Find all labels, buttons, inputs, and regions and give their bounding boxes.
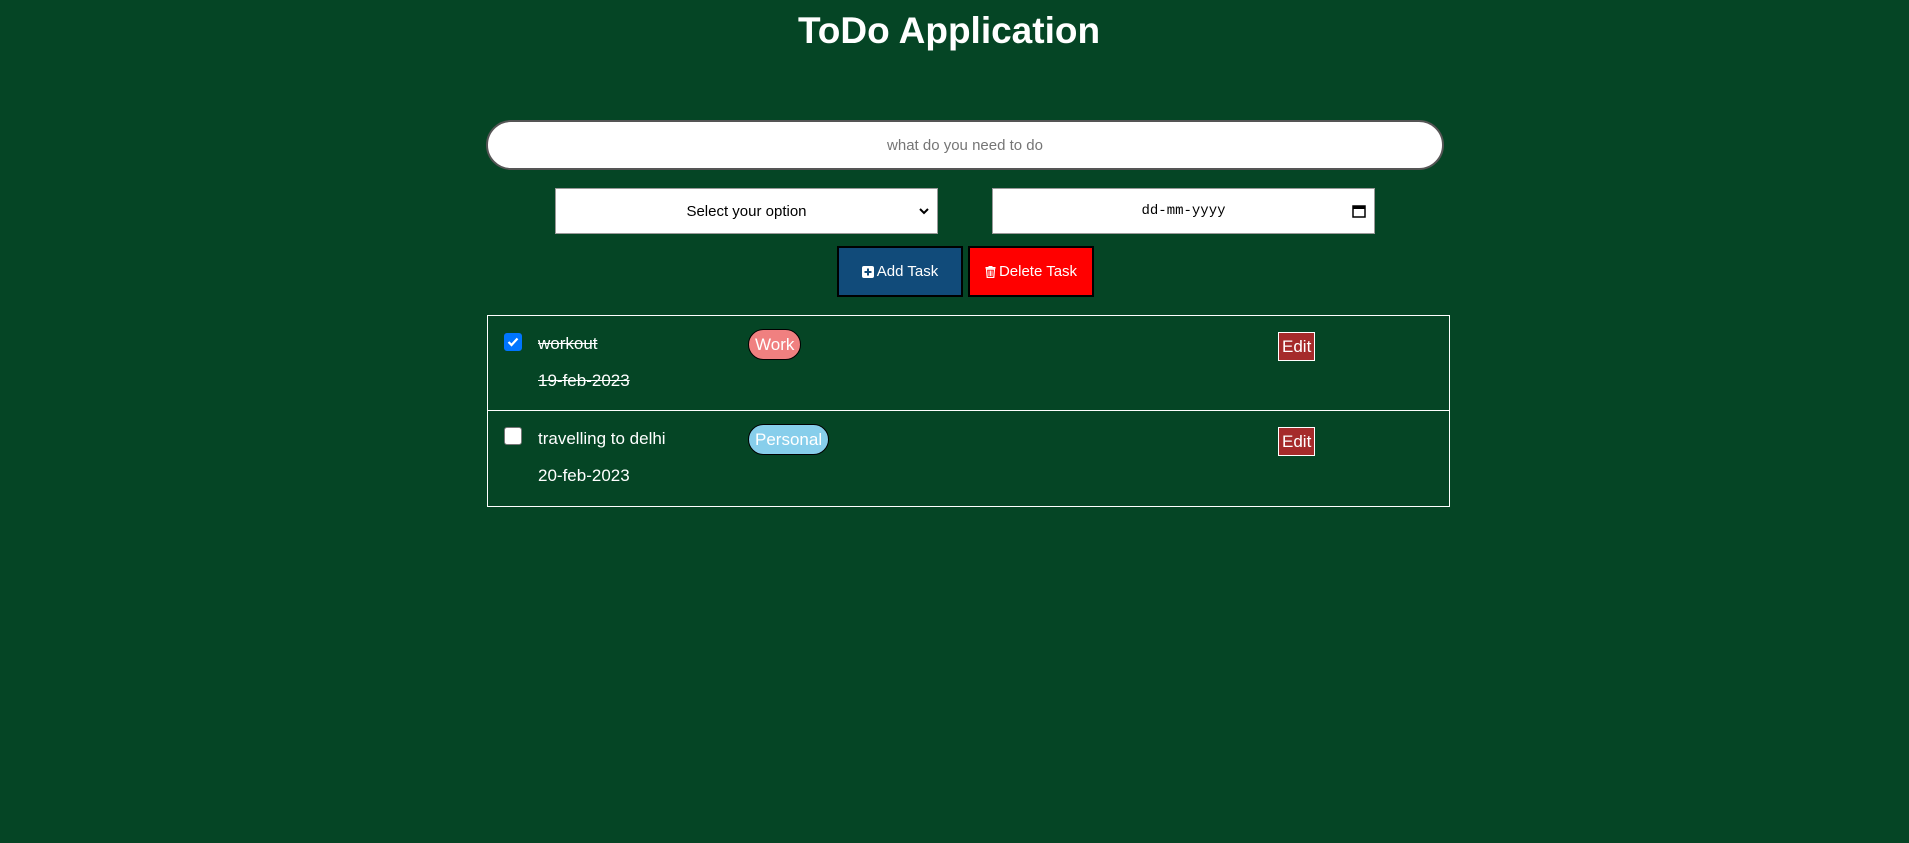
task-complete-checkbox[interactable] <box>504 333 522 351</box>
add-task-button[interactable]: Add Task <box>837 246 963 297</box>
date-input[interactable]: dd-mm-yyyy <box>992 188 1375 234</box>
task-complete-checkbox[interactable] <box>504 427 522 445</box>
category-select[interactable]: Select your option <box>555 188 938 234</box>
edit-button[interactable]: Edit <box>1278 332 1316 361</box>
edit-button[interactable]: Edit <box>1278 427 1316 456</box>
calendar-icon[interactable] <box>1352 204 1366 218</box>
checkmark-icon <box>507 337 519 347</box>
trash-icon <box>985 265 996 278</box>
task-item: workout 19-feb-2023 Work Edit <box>487 315 1450 411</box>
plus-square-icon <box>861 265 874 278</box>
category-tag: Work <box>748 329 802 360</box>
delete-task-label: Delete Task <box>998 263 1078 280</box>
task-input[interactable] <box>486 120 1444 170</box>
date-input-value: dd-mm-yyyy <box>1141 203 1226 219</box>
task-name: workout <box>538 334 598 353</box>
task-date: 20-feb-2023 <box>538 466 630 485</box>
page-title: ToDo Application <box>797 10 1101 51</box>
delete-task-button[interactable]: Delete Task <box>968 246 1094 297</box>
task-list: workout 19-feb-2023 Work Edit travelling… <box>487 315 1450 507</box>
category-tag: Personal <box>748 424 830 455</box>
task-item: travelling to delhi 20-feb-2023 Personal… <box>487 410 1450 507</box>
task-name: travelling to delhi <box>538 429 666 448</box>
add-task-label: Add Task <box>876 263 939 280</box>
chevron-down-icon <box>919 208 929 215</box>
category-select-value: Select your option <box>686 202 807 220</box>
task-date: 19-feb-2023 <box>538 371 630 390</box>
